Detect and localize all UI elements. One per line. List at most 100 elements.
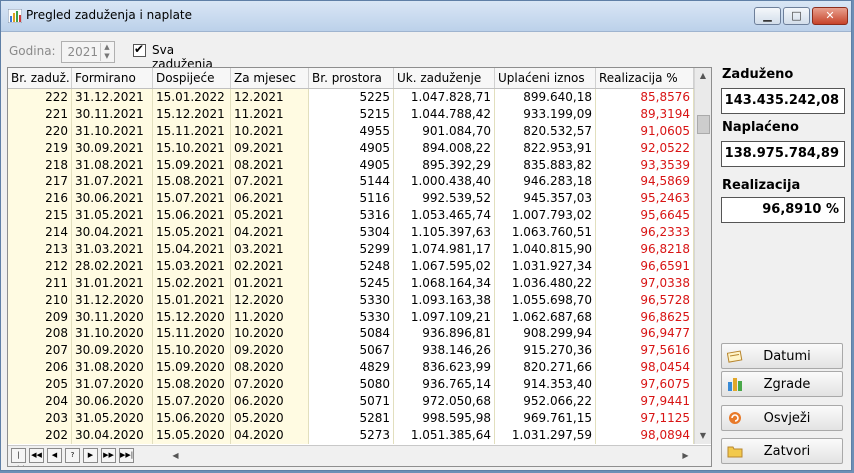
cell-br-zaduz[interactable]: 217: [8, 173, 72, 191]
cell-za-mjesec[interactable]: 11.2021: [231, 105, 309, 123]
cell-br-prostora[interactable]: 5225: [309, 89, 394, 106]
cell-br-zaduz[interactable]: 219: [8, 139, 72, 157]
prev-page-button[interactable]: ◀◀: [29, 448, 44, 463]
col-header-uplaceni-iznos[interactable]: Uplaćeni iznos: [495, 68, 596, 88]
cell-za-mjesec[interactable]: 04.2021: [231, 224, 309, 242]
cell-realizacija[interactable]: 98,0454: [596, 359, 694, 377]
cell-realizacija[interactable]: 96,9477: [596, 325, 694, 343]
goto-record-button[interactable]: ?: [65, 448, 80, 463]
scroll-thumb[interactable]: [697, 115, 710, 134]
year-spinner[interactable]: ▲ ▼: [100, 43, 113, 61]
close-button[interactable]: ✕: [812, 7, 848, 25]
cell-uk-zaduzenje[interactable]: 1.053.465,74: [394, 207, 495, 225]
cell-za-mjesec[interactable]: 08.2021: [231, 156, 309, 174]
cell-uplaceni-iznos[interactable]: 822.953,91: [495, 139, 596, 157]
cell-za-mjesec[interactable]: 02.2021: [231, 257, 309, 275]
cell-formirano[interactable]: 31.05.2021: [72, 207, 153, 225]
cell-dospijece[interactable]: 15.11.2021: [153, 122, 231, 140]
table-row[interactable]: 210 31.12.2020 15.01.2021 12.2020 5330 1.093.…: [8, 291, 694, 309]
cell-formirano[interactable]: 30.04.2021: [72, 224, 153, 242]
cell-br-prostora[interactable]: 5144: [309, 173, 394, 191]
cell-uplaceni-iznos[interactable]: 933.199,09: [495, 105, 596, 123]
cell-br-prostora[interactable]: 5080: [309, 376, 394, 394]
cell-br-prostora[interactable]: 5067: [309, 342, 394, 360]
cell-uk-zaduzenje[interactable]: 936.765,14: [394, 376, 495, 394]
cell-dospijece[interactable]: 15.10.2021: [153, 139, 231, 157]
col-header-formirano[interactable]: Formirano: [72, 68, 153, 88]
cell-formirano[interactable]: 28.02.2021: [72, 257, 153, 275]
table-row[interactable]: 213 31.03.2021 15.04.2021 03.2021 5299 1.074.…: [8, 241, 694, 258]
cell-realizacija[interactable]: 97,5616: [596, 342, 694, 360]
cell-realizacija[interactable]: 95,6645: [596, 207, 694, 225]
cell-formirano[interactable]: 31.12.2021: [72, 89, 153, 106]
cell-uplaceni-iznos[interactable]: 1.031.297,59: [495, 426, 596, 444]
cell-dospijece[interactable]: 15.01.2021: [153, 291, 231, 309]
cell-uplaceni-iznos[interactable]: 1.007.793,02: [495, 207, 596, 225]
table-row[interactable]: 212 28.02.2021 15.03.2021 02.2021 5248 1.067.…: [8, 257, 694, 275]
cell-dospijece[interactable]: 15.06.2020: [153, 409, 231, 427]
cell-br-zaduz[interactable]: 207: [8, 342, 72, 360]
cell-uk-zaduzenje[interactable]: 1.044.788,42: [394, 105, 495, 123]
cell-formirano[interactable]: 30.11.2021: [72, 105, 153, 123]
table-row[interactable]: 220 31.10.2021 15.11.2021 10.2021 4955 901.08…: [8, 122, 694, 140]
cell-uk-zaduzenje[interactable]: 1.105.397,63: [394, 224, 495, 242]
cell-dospijece[interactable]: 15.05.2020: [153, 426, 231, 444]
cell-br-prostora[interactable]: 5273: [309, 426, 394, 444]
table-row[interactable]: 205 31.07.2020 15.08.2020 07.2020 5080 936.76…: [8, 376, 694, 394]
cell-br-zaduz[interactable]: 209: [8, 308, 72, 326]
cell-br-prostora[interactable]: 5245: [309, 274, 394, 292]
cell-uplaceni-iznos[interactable]: 1.062.687,68: [495, 308, 596, 326]
cell-uk-zaduzenje[interactable]: 1.097.109,21: [394, 308, 495, 326]
cell-br-zaduz[interactable]: 203: [8, 409, 72, 427]
cell-formirano[interactable]: 30.04.2020: [72, 426, 153, 444]
cell-formirano[interactable]: 30.09.2021: [72, 139, 153, 157]
cell-za-mjesec[interactable]: 09.2020: [231, 342, 309, 360]
cell-formirano[interactable]: 30.09.2020: [72, 342, 153, 360]
cell-uk-zaduzenje[interactable]: 938.146,26: [394, 342, 495, 360]
cell-realizacija[interactable]: 89,3194: [596, 105, 694, 123]
cell-br-prostora[interactable]: 4955: [309, 122, 394, 140]
cell-br-zaduz[interactable]: 220: [8, 122, 72, 140]
scroll-up-icon[interactable]: ▲: [695, 68, 711, 84]
cell-uk-zaduzenje[interactable]: 936.896,81: [394, 325, 495, 343]
cell-realizacija[interactable]: 91,0605: [596, 122, 694, 140]
cell-realizacija[interactable]: 93,3539: [596, 156, 694, 174]
cell-uk-zaduzenje[interactable]: 998.595,98: [394, 409, 495, 427]
cell-br-prostora[interactable]: 5248: [309, 257, 394, 275]
cell-za-mjesec[interactable]: 03.2021: [231, 241, 309, 258]
cell-dospijece[interactable]: 15.12.2020: [153, 308, 231, 326]
cell-realizacija[interactable]: 97,9441: [596, 393, 694, 410]
cell-realizacija[interactable]: 96,5728: [596, 291, 694, 309]
cell-dospijece[interactable]: 15.09.2021: [153, 156, 231, 174]
table-row[interactable]: 221 30.11.2021 15.12.2021 11.2021 5215 1.044.…: [8, 105, 694, 123]
cell-formirano[interactable]: 31.07.2021: [72, 173, 153, 191]
cell-br-zaduz[interactable]: 221: [8, 105, 72, 123]
cell-uplaceni-iznos[interactable]: 945.357,03: [495, 190, 596, 208]
minimize-button[interactable]: ▁: [754, 7, 781, 25]
maximize-button[interactable]: □: [783, 7, 810, 25]
cell-uk-zaduzenje[interactable]: 1.068.164,34: [394, 274, 495, 292]
cell-uk-zaduzenje[interactable]: 1.093.163,38: [394, 291, 495, 309]
cell-br-prostora[interactable]: 5330: [309, 308, 394, 326]
cell-realizacija[interactable]: 94,5869: [596, 173, 694, 191]
table-row[interactable]: 217 31.07.2021 15.08.2021 07.2021 5144 1.000.…: [8, 173, 694, 191]
scroll-down-icon[interactable]: ▼: [695, 428, 711, 444]
cell-realizacija[interactable]: 96,8625: [596, 308, 694, 326]
cell-formirano[interactable]: 31.10.2021: [72, 122, 153, 140]
cell-dospijece[interactable]: 15.01.2022: [153, 89, 231, 106]
table-row[interactable]: 218 31.08.2021 15.09.2021 08.2021 4905 895.39…: [8, 156, 694, 174]
cell-br-zaduz[interactable]: 216: [8, 190, 72, 208]
cell-br-zaduz[interactable]: 204: [8, 393, 72, 410]
cell-za-mjesec[interactable]: 05.2021: [231, 207, 309, 225]
cell-formirano[interactable]: 31.07.2020: [72, 376, 153, 394]
cell-dospijece[interactable]: 15.07.2021: [153, 190, 231, 208]
cell-formirano[interactable]: 30.06.2021: [72, 190, 153, 208]
title-bar[interactable]: Pregled zaduženja i naplate ▁ □ ✕: [1, 1, 851, 32]
cell-realizacija[interactable]: 96,2333: [596, 224, 694, 242]
cell-realizacija[interactable]: 97,6075: [596, 376, 694, 394]
cell-uk-zaduzenje[interactable]: 895.392,29: [394, 156, 495, 174]
cell-br-prostora[interactable]: 4905: [309, 156, 394, 174]
cell-br-zaduz[interactable]: 212: [8, 257, 72, 275]
cell-br-zaduz[interactable]: 206: [8, 359, 72, 377]
cell-dospijece[interactable]: 15.04.2021: [153, 241, 231, 258]
